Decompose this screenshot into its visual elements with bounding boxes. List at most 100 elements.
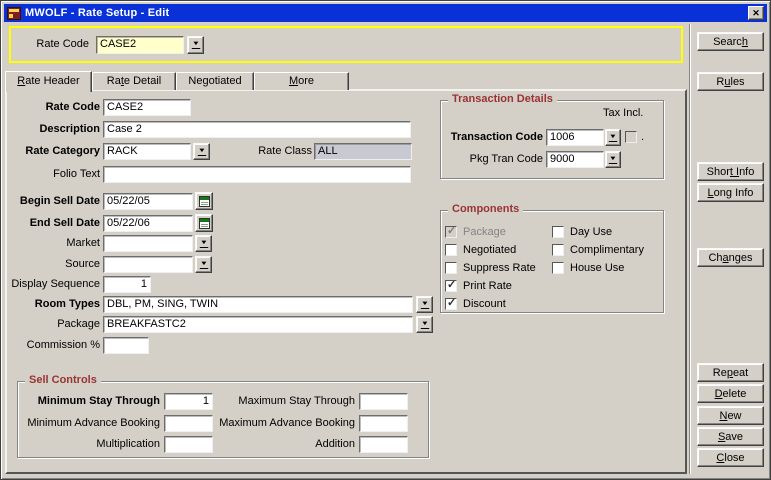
- close-button[interactable]: Close: [697, 448, 764, 467]
- rate-setup-window: MWOLF - Rate Setup - Edit ✕ Rate Code CA…: [0, 0, 771, 480]
- long-info-button[interactable]: Long Info: [697, 183, 764, 202]
- room-types-label: Room Types: [7, 296, 100, 313]
- multiplication-field[interactable]: [164, 436, 213, 453]
- dropdown-icon: ▼: [609, 134, 617, 142]
- display-sequence-label: Display Sequence: [7, 276, 100, 293]
- checkbox-suppress-rate-label: Suppress Rate: [463, 262, 536, 276]
- market-field[interactable]: [103, 235, 193, 252]
- lookup-rate-code-lov-button[interactable]: ▼: [187, 36, 204, 54]
- search-button[interactable]: Search: [697, 32, 764, 51]
- tab-strip: Rate Header Rate Detail Negotiated More: [5, 71, 349, 90]
- checkbox-complimentary-label: Complimentary: [570, 244, 644, 258]
- transaction-code-lov-button[interactable]: ▼: [605, 129, 621, 146]
- transaction-details-title: Transaction Details: [448, 93, 557, 106]
- multiplication-label: Multiplication: [7, 436, 160, 453]
- end-sell-date-label: End Sell Date: [7, 215, 100, 232]
- sell-controls-title: Sell Controls: [25, 374, 101, 387]
- pkg-tran-code-lov-button[interactable]: ▼: [605, 151, 621, 168]
- transaction-code-field[interactable]: 1006: [546, 129, 604, 146]
- rate-category-label: Rate Category: [7, 143, 100, 160]
- checkbox-discount[interactable]: [445, 298, 457, 310]
- close-glyph: ✕: [752, 9, 760, 18]
- panel-divider: [689, 24, 691, 474]
- dropdown-icon: ▼: [199, 261, 207, 269]
- components-title: Components: [448, 203, 523, 216]
- title-bar[interactable]: MWOLF - Rate Setup - Edit ✕: [4, 4, 767, 22]
- tab-negotiated[interactable]: Negotiated: [176, 72, 254, 90]
- min-adv-booking-field[interactable]: [164, 415, 213, 432]
- calendar-icon: [199, 196, 210, 207]
- dropdown-icon: ▼: [191, 41, 199, 49]
- source-lov-button[interactable]: ▼: [195, 256, 212, 273]
- addition-label: Addition: [207, 436, 355, 453]
- tax-incl-dot: .: [641, 131, 644, 143]
- dropdown-icon: ▼: [420, 321, 428, 329]
- room-types-lov-button[interactable]: ▼: [416, 296, 433, 313]
- lookup-rate-code-label: Rate Code: [11, 38, 89, 50]
- end-sell-date-field[interactable]: 05/22/06: [103, 215, 193, 232]
- min-stay-field[interactable]: 1: [164, 393, 213, 410]
- package-label: Package: [7, 316, 100, 333]
- checkbox-day-use[interactable]: [552, 226, 564, 238]
- lookup-rate-code-input[interactable]: CASE2: [96, 36, 184, 54]
- tab-rate-detail[interactable]: Rate Detail: [92, 72, 176, 90]
- room-types-field[interactable]: DBL, PM, SING, TWIN: [103, 296, 413, 313]
- checkbox-package-label: Package: [463, 226, 506, 240]
- package-lov-button[interactable]: ▼: [416, 316, 433, 333]
- pkg-tran-code-field[interactable]: 9000: [546, 151, 604, 168]
- checkbox-package: [445, 226, 457, 238]
- tab-more[interactable]: More: [254, 72, 349, 90]
- rate-header-tab-page: Rate Code CASE2 Description Case 2 Rate …: [5, 89, 687, 474]
- begin-sell-date-label: Begin Sell Date: [7, 193, 100, 210]
- short-info-button[interactable]: Short Info: [697, 162, 764, 181]
- calendar-icon: [199, 218, 210, 229]
- checkbox-print-rate[interactable]: [445, 280, 457, 292]
- end-sell-date-calendar-button[interactable]: [195, 214, 213, 232]
- checkbox-discount-label: Discount: [463, 298, 506, 312]
- checkbox-negotiated[interactable]: [445, 244, 457, 256]
- commission-label: Commission %: [7, 337, 100, 354]
- checkbox-day-use-label: Day Use: [570, 226, 612, 240]
- description-field[interactable]: Case 2: [103, 121, 411, 138]
- rate-code-field[interactable]: CASE2: [103, 99, 191, 116]
- source-label: Source: [7, 256, 100, 273]
- display-sequence-field[interactable]: 1: [103, 276, 151, 293]
- min-adv-booking-label: Minimum Advance Booking: [7, 415, 160, 432]
- rules-button[interactable]: Rules: [697, 72, 764, 91]
- source-field[interactable]: [103, 256, 193, 273]
- repeat-button[interactable]: Repeat: [697, 363, 764, 382]
- min-stay-label: Minimum Stay Through: [7, 393, 160, 410]
- folio-text-field[interactable]: [103, 166, 411, 183]
- addition-field[interactable]: [359, 436, 408, 453]
- dropdown-icon: ▼: [609, 156, 617, 164]
- close-icon[interactable]: ✕: [748, 6, 764, 20]
- rate-category-field[interactable]: RACK: [103, 143, 191, 160]
- checkbox-complimentary[interactable]: [552, 244, 564, 256]
- checkbox-negotiated-label: Negotiated: [463, 244, 516, 258]
- delete-button[interactable]: Delete: [697, 384, 764, 403]
- begin-sell-date-calendar-button[interactable]: [195, 192, 213, 210]
- market-lov-button[interactable]: ▼: [195, 235, 212, 252]
- save-button[interactable]: Save: [697, 427, 764, 446]
- checkbox-suppress-rate[interactable]: [445, 262, 457, 274]
- rate-class-field: ALL: [314, 143, 412, 160]
- checkbox-house-use-label: House Use: [570, 262, 624, 276]
- changes-button[interactable]: Changes: [697, 248, 764, 267]
- new-button[interactable]: New: [697, 406, 764, 425]
- commission-field[interactable]: [103, 337, 149, 354]
- checkbox-print-rate-label: Print Rate: [463, 280, 512, 294]
- max-stay-field[interactable]: [359, 393, 408, 410]
- tab-rate-header[interactable]: Rate Header: [5, 71, 92, 92]
- rate-category-lov-button[interactable]: ▼: [193, 143, 210, 160]
- rate-class-label: Rate Class: [212, 143, 312, 160]
- checkbox-house-use[interactable]: [552, 262, 564, 274]
- begin-sell-date-field[interactable]: 05/22/05: [103, 193, 193, 210]
- pkg-tran-code-label: Pkg Tran Code: [443, 151, 543, 168]
- transaction-code-label: Transaction Code: [443, 129, 543, 146]
- rate-code-lookup-panel: Rate Code CASE2 ▼: [9, 26, 683, 63]
- package-field[interactable]: BREAKFASTC2: [103, 316, 413, 333]
- max-adv-booking-field[interactable]: [359, 415, 408, 432]
- dropdown-icon: ▼: [199, 240, 207, 248]
- tax-incl-checkbox[interactable]: [625, 131, 637, 143]
- dropdown-icon: ▼: [197, 148, 205, 156]
